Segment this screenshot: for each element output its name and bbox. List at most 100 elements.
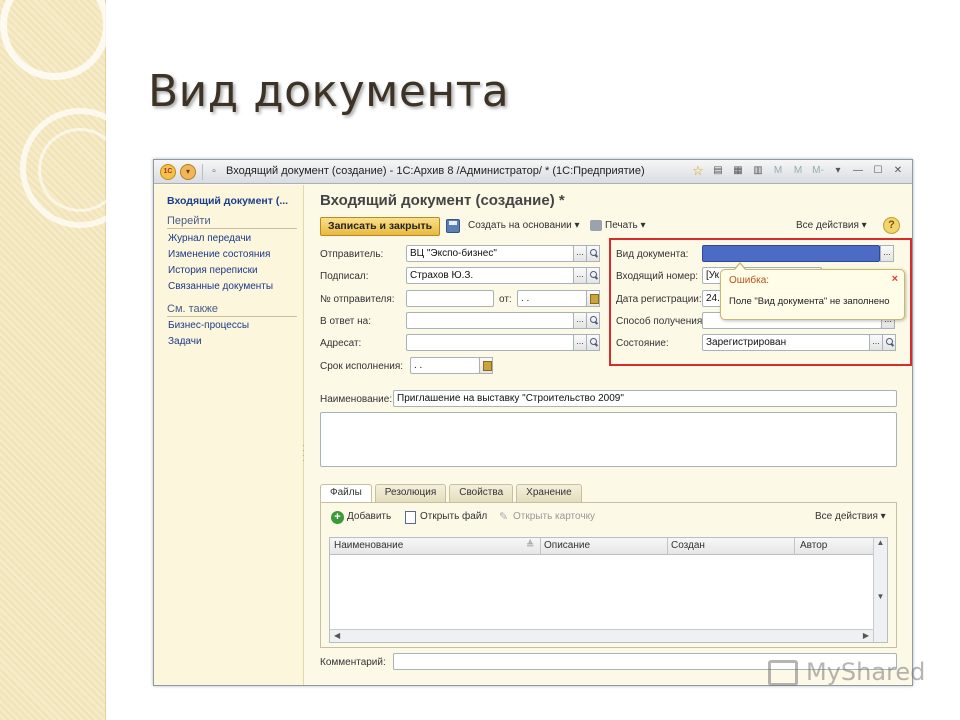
form-title: Входящий документ (создание) * [320,192,565,209]
column-header-author[interactable]: Автор [800,540,827,551]
signed-field[interactable]: Страхов Ю.З. [406,267,574,284]
description-textarea[interactable] [320,412,897,467]
calculator-icon[interactable]: ▦ [730,163,746,179]
column-header-name[interactable]: Наименование [334,540,403,551]
signed-label: Подписал: [320,271,369,282]
tab-storage[interactable]: Хранение [516,484,582,502]
deadline-field[interactable]: . . [410,357,480,374]
help-icon[interactable]: ? [883,217,900,234]
nav-section-goto: Перейти [167,215,297,229]
nav-header[interactable]: Входящий документ (... [167,195,288,207]
nav-section-see-also: См. также [167,303,297,317]
open-card-button[interactable]: Открыть карточку [513,511,595,522]
maximize-icon[interactable]: ☐ [870,163,886,179]
signed-select-button[interactable]: ... [573,267,587,284]
sender-select-button[interactable]: ... [573,245,587,262]
titlebar-controls: ☆ ▤ ▦ ▥ M M M- ▾ — ☐ ✕ [690,163,906,179]
window-title: Входящий документ (создание) - 1С:Архив … [226,165,645,177]
vertical-scrollbar[interactable]: ▲ ▼ [873,538,887,642]
nav-link-state-change[interactable]: Изменение состояния [168,249,270,260]
files-tab-panel: + Добавить Открыть файл ✎ Открыть карточ… [320,502,897,648]
main-menu-icon[interactable]: ▾ [180,164,196,180]
close-icon[interactable]: ✕ [890,163,906,179]
tab-files[interactable]: Файлы [320,484,372,503]
decorative-circle [38,128,122,212]
reply-to-select-button[interactable]: ... [573,312,587,329]
error-close-icon[interactable]: × [892,273,898,285]
addressee-search-icon[interactable] [586,334,600,351]
watermark-text: MyShared [806,658,926,686]
name-label: Наименование: [320,394,393,405]
open-file-icon[interactable] [405,511,416,524]
panel-resize-grip[interactable]: · · · · [302,442,306,473]
minimize-icon[interactable]: — [850,163,866,179]
favorite-star-icon[interactable]: ☆ [690,163,706,179]
nav-link-transfer-log[interactable]: Журнал передачи [168,233,251,244]
files-all-actions-button[interactable]: Все действия ▾ [815,511,886,522]
files-table-header: Наименование ≜ Описание Создан Автор [330,538,887,555]
save-disk-icon[interactable] [446,219,460,233]
window-titlebar: 1C ▾ ▫ Входящий документ (создание) - 1С… [154,160,912,184]
addressee-field[interactable] [406,334,574,351]
nav-link-business-processes[interactable]: Бизнес-процессы [168,320,249,331]
addressee-label: Адресат: [320,338,362,349]
add-icon[interactable]: + [331,511,344,524]
column-separator [794,538,795,555]
add-file-button[interactable]: Добавить [347,511,391,522]
error-title: Ошибка: [729,275,770,286]
column-separator [540,538,541,555]
sender-field[interactable]: ВЦ "Экспо-бизнес" [406,245,574,262]
printer-icon [590,220,602,231]
memory-m-plus-icon[interactable]: M [790,163,806,179]
decorative-strip [0,0,140,720]
save-and-close-button[interactable]: Записать и закрыть [320,217,441,236]
decorative-circle [0,0,110,80]
column-header-description[interactable]: Описание [544,540,590,551]
files-toolbar: + Добавить Открыть файл ✎ Открыть карточ… [325,509,891,527]
column-header-created[interactable]: Создан [671,540,705,551]
sender-search-icon[interactable] [586,245,600,262]
document-icon[interactable]: ▤ [710,163,726,179]
calendar-icon[interactable]: ▥ [750,163,766,179]
app-logo-icon[interactable]: 1C [160,164,176,180]
reply-to-search-icon[interactable] [586,312,600,329]
nav-link-correspondence-history[interactable]: История переписки [168,265,258,276]
memory-m-minus-icon[interactable]: M- [810,163,826,179]
name-field[interactable]: Приглашение на выставку "Строительство 2… [393,390,897,407]
tab-resolution[interactable]: Резолюция [374,484,447,502]
deadline-label: Срок исполнения: [320,361,404,372]
create-based-on-button[interactable]: Создать на основании ▾ [468,220,580,231]
form-toolbar: Записать и закрыть Создать на основании … [320,216,900,238]
column-separator [667,538,668,555]
sender-label: Отправитель: [320,249,384,260]
form-tabs: Файлы Резолюция Свойства Хранение [320,484,582,503]
sender-number-field[interactable] [406,290,494,307]
pencil-icon: ✎ [499,511,509,523]
from-date-field[interactable]: . . [517,290,587,307]
addressee-select-button[interactable]: ... [573,334,587,351]
signed-search-icon[interactable] [586,267,600,284]
error-tooltip: Ошибка: × Поле "Вид документа" не заполн… [720,262,905,320]
deadline-calendar-icon[interactable] [479,357,493,374]
nav-link-related-documents[interactable]: Связанные документы [168,281,273,292]
reply-to-label: В ответ на: [320,316,372,327]
all-actions-button[interactable]: Все действия ▾ [796,220,867,231]
sort-icon[interactable]: ≜ [526,540,534,551]
print-button[interactable]: Печать ▾ [605,220,646,231]
sender-number-label: № отправителя: [320,294,395,305]
watermark-logo-icon [768,660,798,686]
open-file-button[interactable]: Открыть файл [420,511,487,522]
horizontal-scrollbar[interactable]: ◀ ▶ [330,629,873,642]
comment-label: Комментарий: [320,657,386,668]
from-date-calendar-icon[interactable] [586,290,600,307]
dropdown-icon[interactable]: ▾ [830,163,846,179]
reply-to-field[interactable] [406,312,574,329]
app-window: 1C ▾ ▫ Входящий документ (создание) - 1С… [153,159,913,686]
nav-link-tasks[interactable]: Задачи [168,336,202,347]
from-date-label: от: [499,294,512,305]
tab-properties[interactable]: Свойства [449,484,514,502]
memory-m-icon[interactable]: M [770,163,786,179]
slide-title: Вид документа [148,66,510,117]
navigation-panel: Входящий документ (... Перейти Журнал пе… [154,185,306,685]
window-icon: ▫ [212,166,216,177]
